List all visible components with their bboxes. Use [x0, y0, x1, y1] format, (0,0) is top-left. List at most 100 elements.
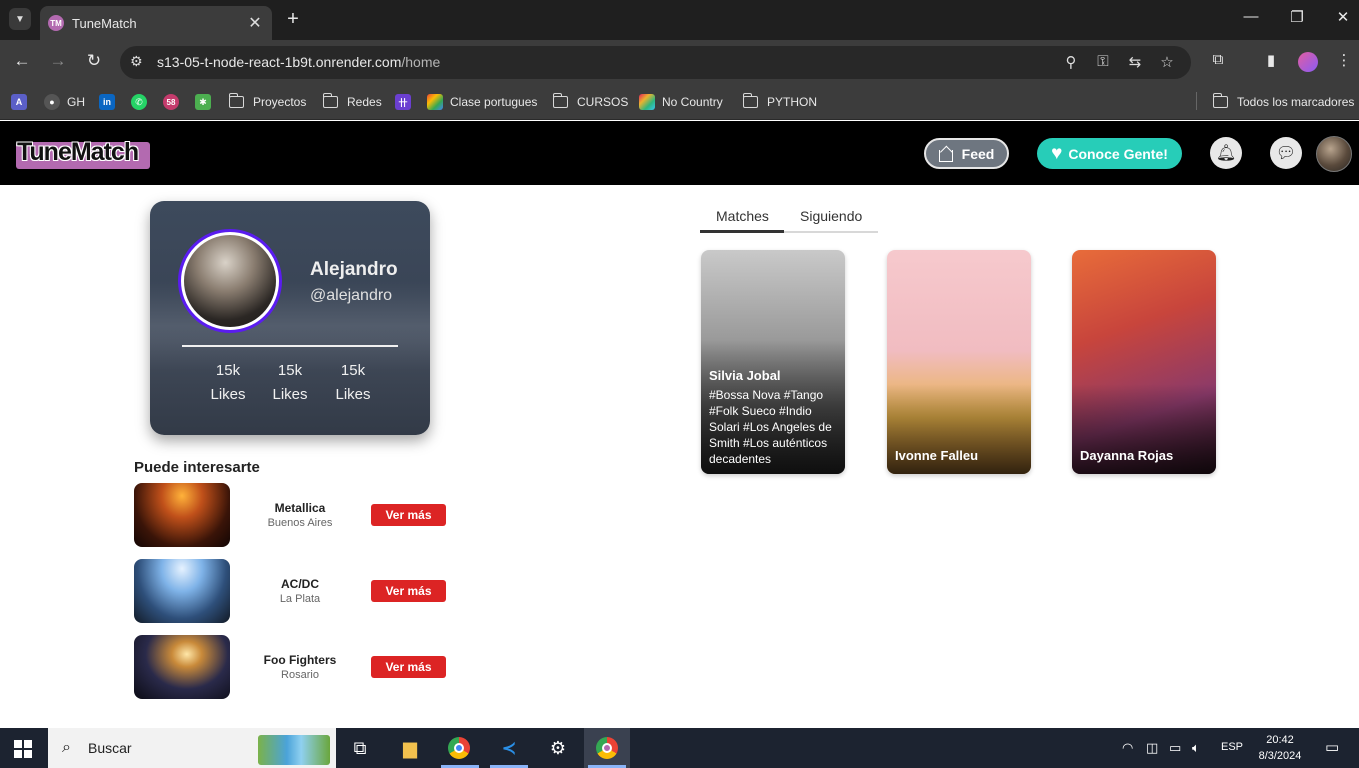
close-window-icon[interactable]: ✕	[1331, 8, 1355, 26]
feed-button[interactable]: Feed	[924, 138, 1009, 169]
taskbar-search[interactable]: ⌕ Buscar	[48, 728, 336, 768]
search-icon: ⌕	[62, 739, 71, 756]
recommendations-title: Puede interesarte	[134, 459, 260, 476]
minimize-icon[interactable]: —	[1239, 8, 1263, 25]
bookmark-cursos[interactable]: CURSOS	[552, 93, 629, 111]
chrome-icon[interactable]	[447, 736, 471, 760]
folder-icon	[552, 93, 568, 108]
vscode-icon[interactable]: ≺	[497, 736, 521, 760]
tab-matches[interactable]: Matches	[716, 208, 769, 224]
home-icon	[938, 149, 953, 162]
back-icon[interactable]: ←	[11, 51, 33, 71]
bookmark-gh[interactable]: ● GH	[44, 93, 85, 111]
clock-date: 8/3/2024	[1258, 750, 1302, 762]
bookmarks-bar: A ● GH in ✆ 58 ✱ Proyectos Redes 卄 Clase …	[0, 84, 1359, 120]
bookmark-mail-icon[interactable]: 58	[163, 93, 186, 111]
concert-image-acdc[interactable]	[134, 559, 230, 623]
ver-mas-button[interactable]: Ver más	[371, 504, 446, 526]
bookmark-whatsapp-icon[interactable]: ✆	[131, 93, 154, 111]
bookmark-clase-portugues[interactable]: Clase portugues	[427, 93, 537, 111]
slack-icon	[639, 94, 655, 110]
profile-stat: 15k Likes	[198, 359, 258, 407]
band-place: Rosario	[281, 669, 319, 681]
task-view-icon[interactable]: ⧉	[348, 736, 372, 760]
extensions-icon[interactable]: ⧉	[1207, 51, 1229, 68]
concert-image-metallica[interactable]	[134, 483, 230, 547]
conoce-label: Conoce Gente!	[1068, 145, 1168, 162]
camera-icon[interactable]: ◫	[1146, 740, 1158, 756]
match-name: Ivonne Falleu	[895, 448, 979, 463]
address-bar[interactable]: ⚙ s13-05-t-node-react-1b9t.onrender.com/…	[120, 46, 1191, 79]
side-panel-icon[interactable]: ▮	[1260, 51, 1282, 69]
notifications-icon[interactable]: ▭	[1325, 738, 1339, 756]
new-tab-icon[interactable]: +	[282, 8, 304, 31]
google-icon	[427, 94, 443, 110]
location-icon[interactable]: ⚲	[1061, 53, 1081, 71]
logo-text: TuneMatch	[17, 138, 139, 166]
bookmark-proyectos[interactable]: Proyectos	[228, 93, 306, 111]
bookmark-a-icon[interactable]: A	[11, 93, 27, 111]
feed-label: Feed	[961, 145, 995, 162]
tab-siguiendo[interactable]: Siguiendo	[800, 208, 862, 224]
key-icon[interactable]: ⚿	[1093, 53, 1113, 70]
profile-divider	[182, 345, 398, 347]
github-icon: ●	[44, 94, 60, 110]
bookmark-python[interactable]: PYTHON	[742, 93, 817, 111]
conoce-gente-button[interactable]: ♥ Conoce Gente!	[1037, 138, 1182, 169]
search-highlight-image	[258, 735, 330, 765]
windows-start-icon[interactable]	[14, 740, 32, 758]
match-tags: #Bossa Nova #Tango #Folk Sueco #Indio So…	[709, 388, 832, 466]
star-icon[interactable]: ☆	[1157, 53, 1177, 71]
stat-value: 15k	[340, 362, 366, 379]
system-clock[interactable]: 20:42 8/3/2024	[1252, 732, 1308, 764]
match-name: Silvia Jobal	[709, 368, 781, 383]
profile-photo	[184, 235, 276, 327]
all-bookmarks[interactable]: Todos los marcadores	[1212, 93, 1355, 111]
match-card[interactable]: Ivonne Falleu	[887, 250, 1031, 474]
volume-icon[interactable]: 🔈︎	[1192, 740, 1200, 756]
folder-icon	[322, 93, 338, 108]
bookmark-label: No Country	[662, 95, 723, 109]
profile-handle: @alejandro	[310, 287, 393, 304]
close-tab-icon[interactable]: ✕	[246, 13, 264, 33]
concert-image-foo-fighters[interactable]	[134, 635, 230, 699]
wifi-icon[interactable]: ◠	[1122, 740, 1133, 756]
tunematch-logo[interactable]: TuneMatch	[16, 138, 150, 169]
band-name: AC/DC	[281, 577, 319, 591]
chat-icon[interactable]: 💬︎	[1270, 137, 1302, 169]
bookmark-linkedin-icon[interactable]: in	[99, 93, 122, 111]
browser-profile-icon[interactable]	[1298, 52, 1318, 72]
bell-icon[interactable]: 🔔︎	[1210, 137, 1242, 169]
ver-mas-button[interactable]: Ver más	[371, 656, 446, 678]
bookmark-label: Todos los marcadores	[1237, 95, 1355, 109]
bookmark-label: CURSOS	[577, 95, 629, 109]
profile-stat: 15k Likes	[323, 359, 383, 407]
forward-icon[interactable]: →	[47, 51, 69, 71]
match-card[interactable]: Dayanna Rojas	[1072, 250, 1216, 474]
bookmark-no-country[interactable]: No Country	[639, 93, 723, 111]
chrome-profile-icon[interactable]	[595, 736, 619, 760]
band-place: Buenos Aires	[267, 517, 333, 529]
file-explorer-icon[interactable]: ▆	[398, 736, 422, 760]
settings-icon[interactable]: ⚙	[546, 736, 570, 760]
language-indicator[interactable]: ESP	[1221, 741, 1243, 753]
site-info-icon[interactable]: ⚙	[130, 53, 143, 70]
bookmark-sheets-icon[interactable]: ✱	[195, 93, 218, 111]
menu-icon[interactable]: ⋮	[1333, 51, 1355, 69]
profile-stat: 15k Likes	[260, 359, 320, 407]
url-text[interactable]: s13-05-t-node-react-1b9t.onrender.com/ho…	[157, 54, 440, 70]
translate-icon[interactable]: ⇆	[1125, 53, 1145, 71]
windows-taskbar: ⌕ Buscar ⧉ ▆ ≺ ⚙ ◠ ◫ ▭ 🔈︎ ESP 20:42 8/3/…	[0, 728, 1359, 768]
bookmark-purple-icon[interactable]: 卄	[395, 93, 418, 111]
profile-avatar[interactable]	[178, 229, 282, 333]
tab-title: TuneMatch	[72, 15, 137, 31]
restore-icon[interactable]: ❐	[1285, 8, 1309, 26]
user-avatar[interactable]	[1316, 136, 1352, 172]
bookmark-redes[interactable]: Redes	[322, 93, 382, 111]
reload-icon[interactable]: ↻	[83, 51, 105, 71]
battery-icon[interactable]: ▭	[1169, 740, 1181, 756]
ver-mas-button[interactable]: Ver más	[371, 580, 446, 602]
match-card[interactable]: Silvia Jobal #Bossa Nova #Tango #Folk Su…	[701, 250, 845, 474]
tab-search-icon[interactable]: ▼	[9, 8, 31, 30]
browser-tab[interactable]: TM TuneMatch ✕	[40, 6, 272, 40]
